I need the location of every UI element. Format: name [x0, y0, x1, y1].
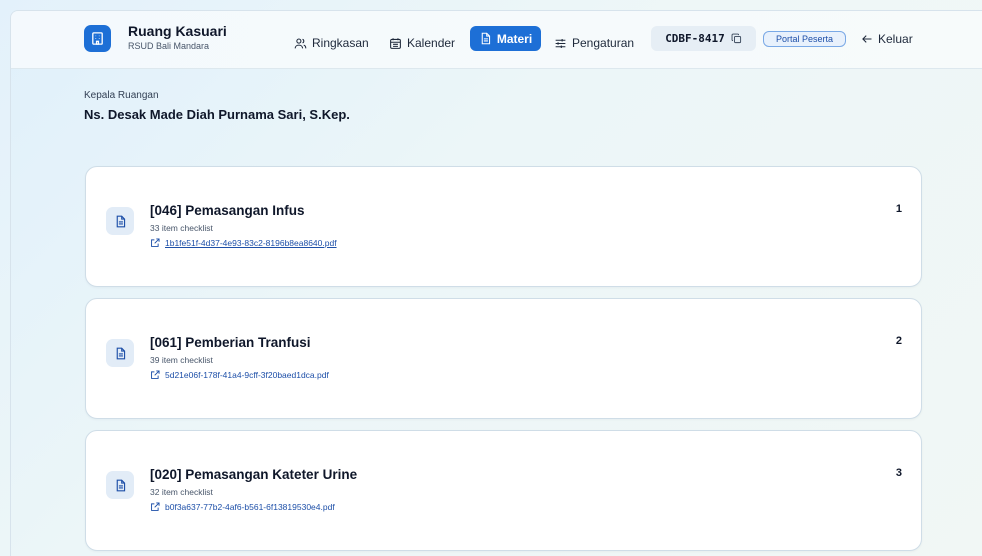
material-number: 2 — [895, 335, 902, 347]
material-card[interactable]: [046] Pemasangan Infus 33 item checklist… — [85, 166, 922, 287]
external-link-icon — [151, 370, 160, 379]
material-card-icon — [106, 207, 134, 235]
material-card-icon — [106, 339, 134, 367]
logout-label: Keluar — [878, 32, 913, 46]
room-code: CDBF-8417 — [665, 32, 725, 45]
material-count: 33 item checklist — [150, 223, 213, 233]
building-icon — [92, 32, 103, 45]
portal-peserta-button[interactable]: Portal Peserta — [763, 31, 846, 47]
document-icon — [116, 479, 125, 491]
external-link-icon — [151, 502, 160, 511]
nav-pengaturan[interactable]: Pengaturan — [554, 31, 634, 55]
external-link-icon — [151, 238, 160, 247]
material-title: [061] Pemberian Tranfusi — [150, 335, 311, 350]
brand-title: Ruang Kasuari — [128, 23, 227, 39]
material-count: 39 item checklist — [150, 355, 213, 365]
head-name: Ns. Desak Made Diah Purnama Sari, S.Kep. — [84, 107, 350, 122]
material-file-link[interactable]: 5d21e06f-178f-41a4-9cff-3f20baed1dca.pdf — [150, 370, 329, 380]
users-icon — [294, 38, 307, 48]
nav-ringkasan[interactable]: Ringkasan — [294, 31, 369, 55]
material-number: 1 — [895, 203, 902, 215]
calendar-icon — [390, 37, 401, 49]
material-file-name: b0f3a637-77b2-4af6-b561-6f13819530e4.pdf — [165, 502, 335, 512]
nav-materi[interactable]: Materi — [470, 26, 541, 51]
document-icon — [116, 347, 125, 359]
document-icon — [481, 32, 490, 45]
nav-kalender-label: Kalender — [407, 36, 456, 50]
material-title: [046] Pemasangan Infus — [150, 203, 305, 218]
app-window: Ruang Kasuari RSUD Bali Mandara Ringkasa… — [10, 10, 982, 556]
room-code-chip[interactable]: CDBF-8417 — [651, 26, 756, 51]
material-file-link[interactable]: 1b1fe51f-4d37-4e93-83c2-8196b8ea8640.pdf — [150, 238, 337, 248]
material-count: 32 item checklist — [150, 487, 213, 497]
brand-subtitle: RSUD Bali Mandara — [128, 41, 210, 51]
top-navbar: Ruang Kasuari RSUD Bali Mandara Ringkasa… — [11, 11, 982, 69]
material-file-name: 5d21e06f-178f-41a4-9cff-3f20baed1dca.pdf — [165, 370, 329, 380]
material-card[interactable]: [061] Pemberian Tranfusi 39 item checkli… — [85, 298, 922, 419]
nav-materi-label: Materi — [496, 31, 533, 46]
material-card-icon — [106, 471, 134, 499]
sliders-icon — [555, 38, 566, 48]
material-title: [020] Pemasangan Kateter Urine — [150, 467, 358, 482]
nav-pengaturan-label: Pengaturan — [572, 36, 635, 50]
copy-icon[interactable] — [731, 33, 742, 44]
nav-kalender[interactable]: Kalender — [389, 31, 455, 55]
head-role-label: Kepala Ruangan — [84, 90, 159, 101]
logout-button[interactable]: Keluar — [861, 31, 913, 47]
nav-ringkasan-label: Ringkasan — [312, 36, 369, 50]
material-card[interactable]: [020] Pemasangan Kateter Urine 32 item c… — [85, 430, 922, 551]
document-icon — [116, 215, 125, 227]
brand-logo[interactable] — [84, 25, 111, 52]
arrow-left-icon — [862, 35, 872, 43]
material-number: 3 — [895, 467, 902, 479]
material-file-link[interactable]: b0f3a637-77b2-4af6-b561-6f13819530e4.pdf — [150, 502, 335, 512]
material-file-name: 1b1fe51f-4d37-4e93-83c2-8196b8ea8640.pdf — [165, 238, 337, 248]
